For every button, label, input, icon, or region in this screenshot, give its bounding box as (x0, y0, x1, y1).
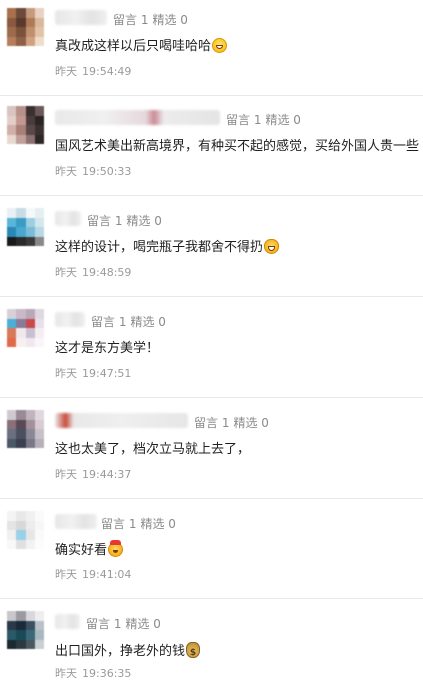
comment-date: 昨天 (55, 367, 77, 380)
comment-text: 这样的设计，喝完瓶子我都舍不得扔 (55, 239, 280, 257)
comment-time: 昨天 19:41:04 (55, 566, 131, 582)
comment-item: 留言 1 精选 0 这样的设计，喝完瓶子我都舍不得扔 昨天 19:48:59 (0, 196, 423, 297)
comment-meta: 留言 1 精选 0 (113, 11, 188, 28)
featured-count[interactable]: 精选 0 (126, 214, 161, 228)
comment-text: 这才是东方美学！ (55, 340, 159, 358)
comment-clock: 19:36:35 (82, 667, 132, 680)
avatar[interactable] (7, 106, 44, 144)
comment-time: 昨天 19:44:37 (55, 466, 131, 482)
comment-content: 确实好看 (55, 543, 108, 558)
avatar[interactable] (7, 208, 44, 246)
featured-count[interactable]: 精选 0 (125, 617, 160, 631)
avatar[interactable] (7, 309, 44, 347)
reply-count[interactable]: 留言 1 (101, 517, 136, 531)
comment-item: 留言 1 精选 0 这才是东方美学！ 昨天 19:47:51 (0, 297, 423, 398)
username-blurred (55, 110, 220, 125)
comment-content: 出口国外，挣老外的钱 (55, 644, 186, 659)
avatar[interactable] (7, 611, 44, 649)
comment-date: 昨天 (55, 165, 77, 178)
featured-count[interactable]: 精选 0 (152, 13, 187, 27)
comment-text: 这也太美了，档次立马就上去了， (55, 441, 250, 459)
reply-count[interactable]: 留言 1 (194, 416, 229, 430)
comment-text: 确实好看 (55, 540, 124, 560)
comment-time: 昨天 19:54:49 (55, 63, 131, 79)
reply-count[interactable]: 留言 1 (113, 13, 148, 27)
comment-clock: 19:47:51 (82, 367, 132, 380)
avatar[interactable] (7, 8, 44, 46)
comment-clock: 19:54:49 (82, 65, 132, 78)
comment-content: 这样的设计，喝完瓶子我都舍不得扔 (55, 240, 264, 255)
avatar[interactable] (7, 410, 44, 448)
featured-count[interactable]: 精选 0 (233, 416, 268, 430)
comment-time: 昨天 19:36:35 (55, 665, 131, 681)
reply-count[interactable]: 留言 1 (87, 214, 122, 228)
comment-date: 昨天 (55, 468, 77, 481)
comment-content: 这才是东方美学！ (55, 341, 160, 356)
comment-item: 留言 1 精选 0 真改成这样以后只喝哇哈哈 昨天 19:54:49 (0, 0, 423, 96)
comment-clock: 19:50:33 (82, 165, 132, 178)
reply-count[interactable]: 留言 1 (91, 315, 126, 329)
reply-count[interactable]: 留言 1 (226, 113, 261, 127)
comment-clock: 19:48:59 (82, 266, 132, 279)
comment-date: 昨天 (55, 568, 77, 581)
comment-meta: 留言 1 精选 0 (194, 414, 269, 431)
featured-count[interactable]: 精选 0 (140, 517, 175, 531)
username-blurred (55, 514, 97, 529)
comment-text: 出口国外，挣老外的钱 (55, 642, 201, 662)
comment-text: 真改成这样以后只喝哇哈哈 (55, 38, 228, 56)
comment-item: 留言 1 精选 0 国风艺术美出新高境界，有种买不起的感觉，买给外国人贵一些 昨天… (0, 96, 423, 196)
comment-content: 国风艺术美出新高境界，有种买不起的感觉，买给外国人贵一些 (55, 139, 420, 154)
comment-clock: 19:41:04 (82, 568, 132, 581)
comment-clock: 19:44:37 (82, 468, 132, 481)
comment-meta: 留言 1 精选 0 (86, 615, 161, 632)
money-bag-emoji-icon (186, 642, 201, 662)
comment-date: 昨天 (55, 65, 77, 78)
comment-meta: 留言 1 精选 0 (87, 212, 162, 229)
comment-item: 留言 1 精选 0 这也太美了，档次立马就上去了， 昨天 19:44:37 (0, 398, 423, 499)
comment-date: 昨天 (55, 667, 77, 680)
comment-list: 留言 1 精选 0 真改成这样以后只喝哇哈哈 昨天 19:54:49 留言 1 精选 … (0, 0, 423, 683)
comment-date: 昨天 (55, 266, 77, 279)
username-blurred (55, 10, 107, 25)
comment-item: 留言 1 精选 0 确实好看 昨天 19:41:04 (0, 499, 423, 599)
username-blurred (55, 614, 80, 629)
grin-emoji-icon (212, 38, 228, 53)
comment-text: 国风艺术美出新高境界，有种买不起的感觉，买给外国人贵一些 (55, 138, 419, 156)
comment-content: 真改成这样以后只喝哇哈哈 (55, 39, 212, 54)
avatar[interactable] (7, 511, 44, 549)
username-blurred (55, 211, 81, 226)
comment-meta: 留言 1 精选 0 (91, 313, 166, 330)
reply-count[interactable]: 留言 1 (86, 617, 121, 631)
grinning-cat-emoji-icon (264, 239, 280, 254)
comment-time: 昨天 19:50:33 (55, 163, 131, 179)
comment-time: 昨天 19:47:51 (55, 365, 131, 381)
comment-item: 留言 1 精选 0 出口国外，挣老外的钱 昨天 19:36:35 (0, 599, 423, 683)
comment-meta: 留言 1 精选 0 (101, 515, 176, 532)
comment-content: 这也太美了，档次立马就上去了， (55, 442, 251, 457)
username-blurred (55, 312, 85, 327)
featured-count[interactable]: 精选 0 (265, 113, 300, 127)
comment-meta: 留言 1 精选 0 (226, 111, 301, 128)
comment-time: 昨天 19:48:59 (55, 264, 131, 280)
username-blurred (55, 413, 188, 428)
featured-count[interactable]: 精选 0 (130, 315, 165, 329)
party-emoji-icon (108, 540, 124, 557)
